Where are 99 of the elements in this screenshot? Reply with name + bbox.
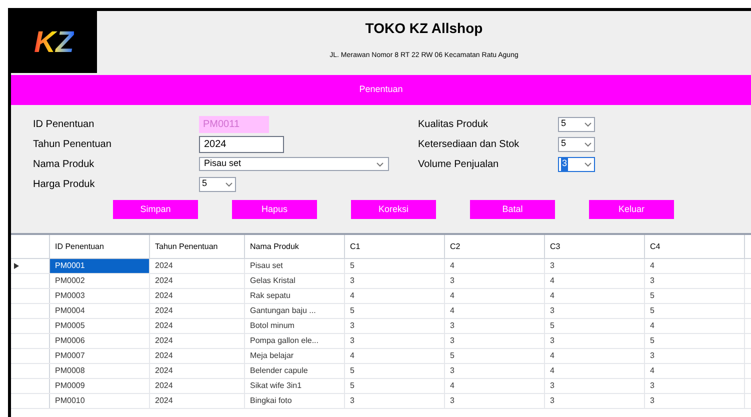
- table-cell[interactable]: PM0006: [50, 334, 150, 348]
- chevron-icon: [225, 182, 233, 186]
- table-cell[interactable]: 2024: [150, 394, 245, 408]
- table-cell[interactable]: PM0009: [50, 379, 150, 393]
- dropdown[interactable]: 5: [558, 116, 595, 132]
- chevron-icon: [584, 142, 592, 146]
- table-cell[interactable]: Gantungan baju ...: [245, 304, 345, 318]
- table-cell[interactable]: 3: [445, 364, 545, 378]
- chevron-icon: [584, 122, 592, 126]
- table-cell[interactable]: 3: [545, 259, 645, 273]
- table-cell[interactable]: 4: [645, 319, 745, 333]
- dropdown[interactable]: 5: [558, 136, 595, 152]
- table-cell[interactable]: PM0005: [50, 319, 150, 333]
- table-cell[interactable]: 5: [645, 289, 745, 303]
- column-header: Tahun Penentuan: [150, 235, 245, 258]
- table-cell[interactable]: 2024: [150, 334, 245, 348]
- table-cell[interactable]: 3: [445, 394, 545, 408]
- column-header: C4: [645, 235, 745, 258]
- field-label: Kualitas Produk: [418, 118, 490, 132]
- table-cell[interactable]: 4: [645, 364, 745, 378]
- table-cell[interactable]: 5: [445, 349, 545, 363]
- chevron-icon: [376, 162, 384, 166]
- table-cell[interactable]: 4: [345, 349, 445, 363]
- table-cell[interactable]: 3: [445, 274, 545, 288]
- table-cell[interactable]: 5: [545, 319, 645, 333]
- table-cell[interactable]: Sikat wife 3in1: [245, 379, 345, 393]
- table-cell[interactable]: Gelas Kristal: [245, 274, 345, 288]
- table-cell[interactable]: 5: [645, 304, 745, 318]
- column-header: Nama Produk: [245, 235, 345, 258]
- logo: KZ: [11, 11, 97, 73]
- dropdown[interactable]: 5: [199, 176, 236, 192]
- table-cell[interactable]: 3: [445, 334, 545, 348]
- column-header: ID Penentuan: [50, 235, 150, 258]
- table-cell[interactable]: 4: [545, 364, 645, 378]
- table-cell[interactable]: 5: [345, 364, 445, 378]
- table-cell[interactable]: 2024: [150, 304, 245, 318]
- table-cell[interactable]: 3: [345, 334, 445, 348]
- table-cell[interactable]: PM0008: [50, 364, 150, 378]
- table-cell[interactable]: Rak sepatu: [245, 289, 345, 303]
- table-cell[interactable]: Pisau set: [245, 259, 345, 273]
- chevron-icon: [584, 162, 592, 166]
- field-label: Ketersediaan dan Stok: [418, 138, 520, 152]
- dropdown[interactable]: Pisau set: [199, 157, 389, 171]
- column-header: C3: [545, 235, 645, 258]
- field-label: Volume Penjualan: [418, 158, 500, 172]
- table-cell[interactable]: 3: [645, 379, 745, 393]
- table-cell[interactable]: 3: [645, 274, 745, 288]
- table-cell[interactable]: 2024: [150, 349, 245, 363]
- table-cell[interactable]: 4: [645, 259, 745, 273]
- section-banner: Penentuan: [11, 75, 751, 105]
- table-cell[interactable]: 4: [545, 349, 645, 363]
- table-cell[interactable]: Bingkai foto: [245, 394, 345, 408]
- shop-title: TOKO KZ Allshop: [365, 19, 483, 38]
- field-label: Harga Produk: [33, 178, 96, 192]
- table-cell[interactable]: 3: [545, 334, 645, 348]
- field-label: ID Penentuan: [33, 118, 96, 132]
- table-cell[interactable]: Botol minum: [245, 319, 345, 333]
- row-pointer-icon: [14, 263, 19, 269]
- table-cell[interactable]: 3: [345, 394, 445, 408]
- table-cell[interactable]: 2024: [150, 379, 245, 393]
- table-cell[interactable]: PM0007: [50, 349, 150, 363]
- table-cell[interactable]: Pompa gallon ele...: [245, 334, 345, 348]
- dropdown[interactable]: 3: [558, 156, 595, 172]
- column-header: C1: [345, 235, 445, 258]
- table-cell[interactable]: 2024: [150, 364, 245, 378]
- table-cell[interactable]: 4: [345, 289, 445, 303]
- table-cell[interactable]: 3: [345, 274, 445, 288]
- table-cell[interactable]: 3: [445, 319, 545, 333]
- table-cell[interactable]: 3: [545, 394, 645, 408]
- table-cell[interactable]: 4: [545, 274, 645, 288]
- table-cell[interactable]: 3: [545, 379, 645, 393]
- table-cell[interactable]: 3: [645, 349, 745, 363]
- column-header: C2: [445, 235, 545, 258]
- table-cell[interactable]: 2024: [150, 274, 245, 288]
- table-cell[interactable]: 5: [345, 304, 445, 318]
- table-cell[interactable]: 5: [345, 259, 445, 273]
- table-cell[interactable]: 4: [445, 259, 545, 273]
- table-cell[interactable]: PM0010: [50, 394, 150, 408]
- table-cell[interactable]: 4: [445, 289, 545, 303]
- field-label: Tahun Penentuan: [33, 138, 112, 152]
- table-cell[interactable]: 5: [345, 379, 445, 393]
- field-label: Nama Produk: [33, 158, 96, 172]
- table-cell[interactable]: 2024: [150, 289, 245, 303]
- table-cell[interactable]: PM0002: [50, 274, 150, 288]
- table-cell[interactable]: 2024: [150, 259, 245, 273]
- table-cell[interactable]: 3: [645, 394, 745, 408]
- table-cell[interactable]: 3: [345, 319, 445, 333]
- table-cell[interactable]: PM0003: [50, 289, 150, 303]
- table-cell[interactable]: PM0004: [50, 304, 150, 318]
- input-field[interactable]: 2024: [199, 136, 284, 152]
- table-cell[interactable]: 3: [545, 304, 645, 318]
- table-cell[interactable]: 2024: [150, 319, 245, 333]
- table-cell[interactable]: 4: [445, 379, 545, 393]
- table-cell[interactable]: 4: [545, 289, 645, 303]
- table-cell[interactable]: 5: [645, 334, 745, 348]
- table-cell[interactable]: Belender capule: [245, 364, 345, 378]
- table-cell[interactable]: PM0001: [50, 259, 150, 273]
- table-cell[interactable]: Meja belajar: [245, 349, 345, 363]
- table-cell[interactable]: 4: [445, 304, 545, 318]
